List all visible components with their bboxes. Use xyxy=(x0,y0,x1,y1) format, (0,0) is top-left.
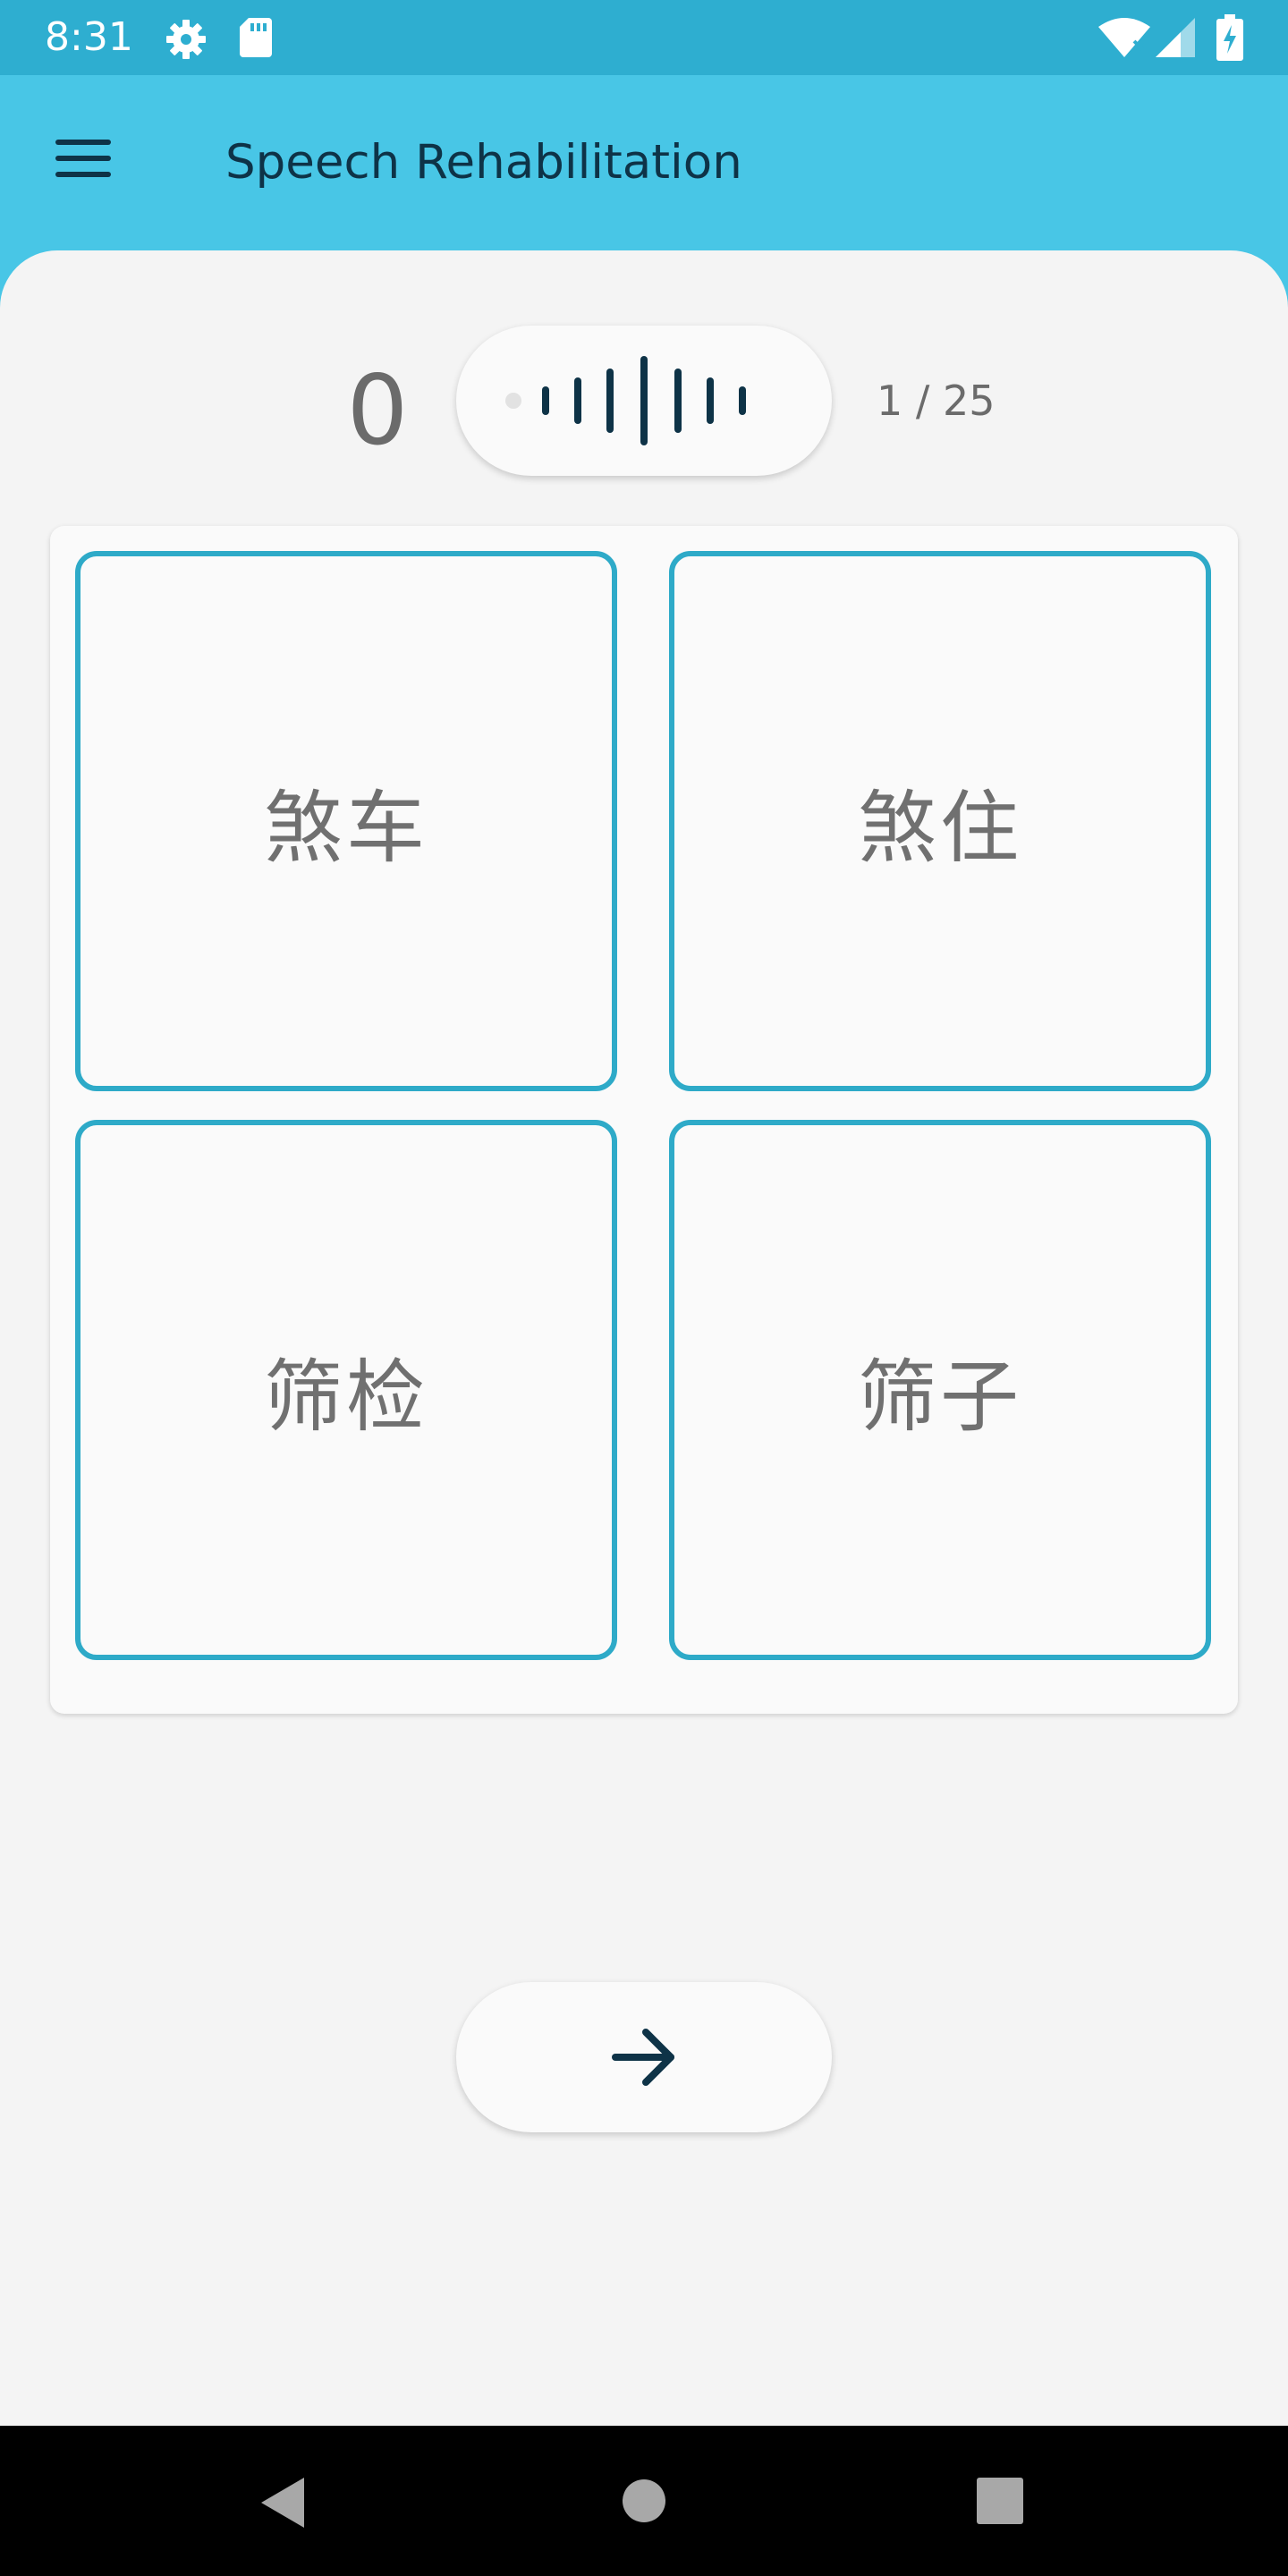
settings-icon xyxy=(165,18,208,65)
home-icon[interactable] xyxy=(621,2478,667,2529)
option-card-4[interactable]: 筛子 xyxy=(669,1120,1211,1660)
audio-waveform-icon xyxy=(505,356,746,445)
option-label: 筛子 xyxy=(857,1350,1022,1443)
system-nav-bar xyxy=(0,2426,1288,2576)
main-content: 0 1 / 25 煞车 煞住 筛检 筛子 xyxy=(0,250,1288,2426)
app-title: Speech Rehabilitation xyxy=(225,135,742,190)
battery-charging-icon xyxy=(1216,14,1243,65)
option-label: 煞住 xyxy=(857,781,1022,874)
option-card-1[interactable]: 煞车 xyxy=(75,551,617,1091)
status-bar: 8:31 xyxy=(0,0,1288,75)
option-card-3[interactable]: 筛检 xyxy=(75,1120,617,1660)
arrow-right-icon xyxy=(612,2029,674,2086)
options-card: 煞车 煞住 筛检 筛子 xyxy=(50,526,1238,1714)
signal-icon xyxy=(1156,18,1195,62)
sd-card-icon xyxy=(240,18,272,62)
next-button[interactable] xyxy=(456,1982,832,2132)
menu-icon[interactable] xyxy=(55,140,118,188)
app-bar: Speech Rehabilitation xyxy=(0,75,1288,250)
play-audio-button[interactable] xyxy=(456,326,832,476)
back-icon[interactable] xyxy=(258,2476,308,2534)
option-label: 筛检 xyxy=(263,1350,428,1443)
status-time: 8:31 xyxy=(45,14,133,60)
question-progress: 1 / 25 xyxy=(877,377,996,425)
recents-icon[interactable] xyxy=(977,2478,1023,2529)
wifi-icon xyxy=(1098,18,1150,62)
score-counter: 0 xyxy=(346,355,409,467)
option-label: 煞车 xyxy=(263,781,428,874)
option-card-2[interactable]: 煞住 xyxy=(669,551,1211,1091)
